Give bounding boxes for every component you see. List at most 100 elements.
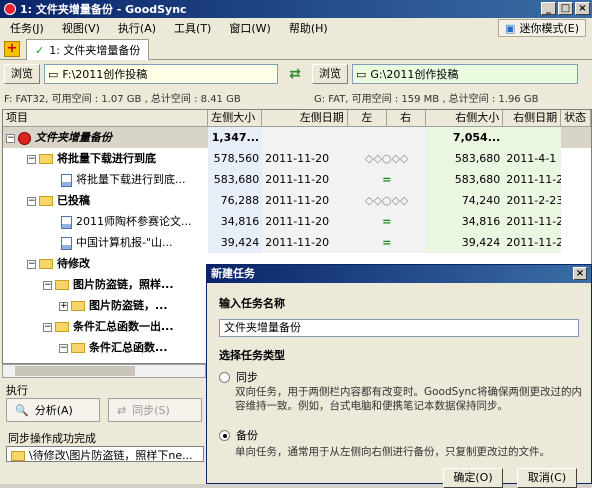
tree-row[interactable]: − 将批量下载进行到底 578,560 2011-11-20 ◇◇○◇◇ 583,… <box>3 148 591 169</box>
sync-button[interactable]: ⇄ 同步(S) <box>108 398 202 422</box>
menu-task[interactable]: 任务(J) <box>10 20 44 36</box>
menu-tools[interactable]: 工具(T) <box>174 20 211 36</box>
title-bar: 1: 文件夹增量备份 - GoodSync _ □ × <box>0 0 592 18</box>
folder-icon <box>39 259 53 269</box>
new-task-dialog: 新建任务 × 输入任务名称 文件夹增量备份 选择任务类型 同步 双向任务，用于两… <box>206 264 592 488</box>
right-fs-info: G: FAT, 可用空间 : 159 MB , 总计空间 : 1.96 GB <box>314 94 539 105</box>
tree-row[interactable]: 将批量下载进行到底... 583,680 2011-11-20 = 583,68… <box>3 169 591 190</box>
swap-direction-icon[interactable]: ⇄ <box>284 64 306 84</box>
row-action: ◇◇○◇◇ <box>347 148 426 169</box>
ok-button[interactable]: 确定(O) <box>443 468 503 488</box>
row-ldate: 2011-11-20 <box>262 232 348 253</box>
file-icon <box>61 236 72 250</box>
row-rsize: 74,240 <box>425 190 504 211</box>
radio-circle <box>219 371 230 383</box>
horizontal-scrollbar[interactable] <box>2 364 206 378</box>
row-rsize: 34,816 <box>425 211 504 232</box>
menu-view[interactable]: 视图(V) <box>62 20 100 36</box>
menu-help[interactable]: 帮助(H) <box>289 20 328 36</box>
row-ldate: 2011-11-20 <box>262 169 348 190</box>
col-rdate[interactable]: 右侧日期 <box>503 110 562 126</box>
app-icon <box>4 3 16 15</box>
collapse-icon[interactable]: − <box>6 133 15 143</box>
collapse-icon[interactable]: − <box>27 259 36 269</box>
left-path-row: 浏览 ▭ F:\2011创作投稿 <box>4 63 278 85</box>
col-left[interactable]: 左 <box>348 110 387 126</box>
collapse-icon[interactable]: − <box>27 196 36 206</box>
analyze-label: 分析(A) <box>34 404 73 417</box>
row-lsize: 1,347... <box>208 127 263 148</box>
row-rdate: 2011-2-23... <box>503 190 562 211</box>
dialog-title-bar: 新建任务 × <box>207 265 591 283</box>
row-name: 将批量下载进行到底... <box>76 173 186 186</box>
row-lsize: 39,424 <box>208 232 263 253</box>
collapse-icon[interactable]: − <box>43 322 52 332</box>
tree-row-root[interactable]: − 文件夹增量备份 1,347... 7,054... <box>3 127 591 148</box>
tree-row[interactable]: 中国计算机报-"山... 39,424 2011-11-20 = 39,424 … <box>3 232 591 253</box>
row-rdate: 2011-11-2... <box>503 232 562 253</box>
row-lsize: 34,816 <box>208 211 263 232</box>
maximize-button[interactable]: □ <box>558 2 573 15</box>
task-type-label: 选择任务类型 <box>219 349 285 362</box>
execute-label: 执行 <box>6 384 28 397</box>
sync-radio[interactable]: 同步 <box>219 369 258 385</box>
dialog-close-button[interactable]: × <box>573 267 587 280</box>
row-action: = <box>347 232 426 253</box>
left-path-field[interactable]: ▭ F:\2011创作投稿 <box>44 64 278 84</box>
mini-mode-button[interactable]: ▣ 迷你模式(E) <box>498 19 586 37</box>
scroll-thumb[interactable] <box>15 366 135 376</box>
collapse-icon[interactable]: − <box>27 154 36 164</box>
tree-row[interactable]: − 已投稿 76,288 2011-11-20 ◇◇○◇◇ 74,240 2011… <box>3 190 591 211</box>
row-rsize: 583,680 <box>425 169 504 190</box>
tree-row[interactable]: 2011师陶杯参赛论文... 34,816 2011-11-20 = 34,81… <box>3 211 591 232</box>
collapse-icon[interactable]: − <box>43 280 52 290</box>
task-name-label: 输入任务名称 <box>219 297 285 310</box>
minimize-button[interactable]: _ <box>541 2 556 15</box>
menu-action[interactable]: 执行(A) <box>118 20 156 36</box>
row-name: 图片防盗链，照样... <box>73 278 174 291</box>
status-path-text: \待修改\图片防盗链，照样下ne... <box>29 449 193 462</box>
row-name: 图片防盗链，... <box>89 299 168 312</box>
right-path-field[interactable]: ▭ G:\2011创作投稿 <box>352 64 578 84</box>
right-browse-button[interactable]: 浏览 <box>312 64 348 84</box>
right-path-text: G:\2011创作投稿 <box>370 68 459 81</box>
row-action: = <box>347 211 426 232</box>
row-lsize: 578,560 <box>208 148 263 169</box>
col-lsize[interactable]: 左侧大小 <box>208 110 263 126</box>
row-ldate: 2011-11-20 <box>262 190 348 211</box>
folder-icon <box>55 280 69 290</box>
col-status[interactable]: 状态 <box>561 110 591 126</box>
row-ldate <box>262 127 348 148</box>
tree-header: 项目 左侧大小 左侧日期 左 右 右侧大小 右侧日期 状态 <box>3 110 591 127</box>
collapse-icon[interactable]: − <box>59 343 68 353</box>
tab-label: 1: 文件夹增量备份 <box>49 44 141 57</box>
task-name-input[interactable]: 文件夹增量备份 <box>219 319 579 337</box>
left-browse-button[interactable]: 浏览 <box>4 64 40 84</box>
folder-icon <box>55 322 69 332</box>
add-job-icon[interactable]: + <box>4 41 20 57</box>
row-rdate: 2011-11-2... <box>503 169 562 190</box>
row-rsize: 7,054... <box>425 127 504 148</box>
col-rsize[interactable]: 右侧大小 <box>426 110 504 126</box>
menu-window[interactable]: 窗口(W) <box>229 20 270 36</box>
folder-icon <box>39 196 53 206</box>
radio-circle-selected <box>219 429 230 441</box>
mini-mode-label: 迷你模式(E) <box>519 22 579 35</box>
row-action: = <box>347 169 426 190</box>
sync-radio-label: 同步 <box>236 371 258 384</box>
backup-radio[interactable]: 备份 <box>219 427 258 443</box>
file-icon <box>61 215 72 229</box>
analyze-button[interactable]: 🔍 分析(A) <box>6 398 100 422</box>
row-name: 2011师陶杯参赛论文... <box>76 215 192 228</box>
cancel-button[interactable]: 取消(C) <box>517 468 577 488</box>
close-button[interactable]: × <box>575 2 590 15</box>
col-item[interactable]: 项目 <box>3 110 209 126</box>
expand-icon[interactable]: + <box>59 301 68 311</box>
tab-job-1[interactable]: ✓ 1: 文件夹增量备份 <box>26 39 150 60</box>
col-right[interactable]: 右 <box>387 110 426 126</box>
row-lsize: 583,680 <box>208 169 263 190</box>
col-ldate[interactable]: 左侧日期 <box>262 110 348 126</box>
folder-icon <box>39 154 53 164</box>
folder-icon <box>11 451 25 461</box>
row-action <box>347 127 426 148</box>
